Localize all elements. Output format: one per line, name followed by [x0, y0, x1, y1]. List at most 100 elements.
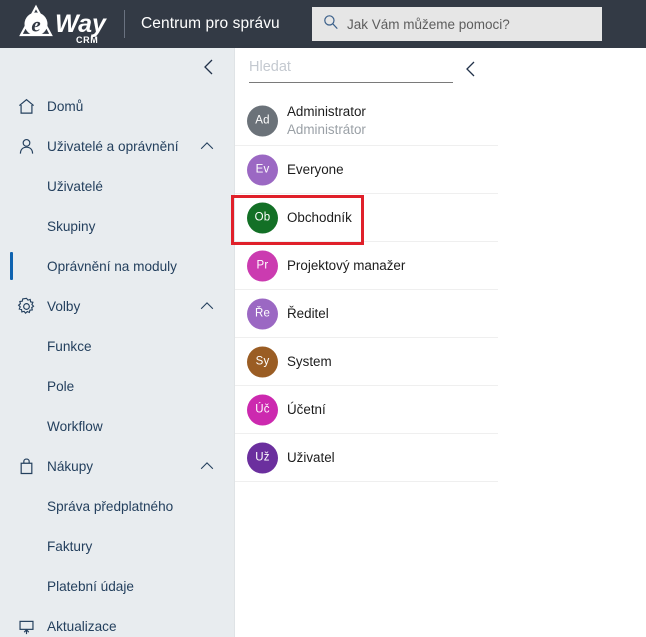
sidebar-item-správa-předplatného[interactable]: Správa předplatného — [0, 486, 234, 526]
list-item[interactable]: Úč Účetní — [235, 386, 498, 434]
shopping-bag-icon — [20, 457, 32, 474]
list-search-placeholder: Hledat — [249, 59, 291, 75]
list-item-primary-label: System — [287, 353, 332, 369]
list-item-text: System — [287, 353, 332, 370]
groups-list: Ad Administrator Administrátor Ev Everyone Ob… — [235, 96, 498, 482]
list-panel-collapse-button[interactable] — [460, 58, 482, 80]
list-item[interactable]: Sy System — [235, 338, 498, 386]
list-item-text: Uživatel — [287, 449, 335, 466]
chevron-up-icon[interactable] — [198, 297, 216, 315]
sidebar-item-label: Správa předplatného — [47, 498, 174, 514]
topbar-divider — [124, 10, 125, 38]
person-icon — [19, 138, 33, 154]
sidebar-item-funkce[interactable]: Funkce — [0, 326, 234, 366]
sidebar-item-nákupy[interactable]: Nákupy — [0, 446, 234, 486]
sidebar-item-label: Oprávnění na moduly — [47, 258, 177, 274]
sidebar-item-label: Faktury — [47, 538, 93, 554]
chevron-left-icon — [204, 59, 213, 75]
sidebar-header — [0, 48, 234, 86]
sidebar-item-aktualizace[interactable]: Aktualizace — [0, 606, 234, 637]
list-item-primary-label: Obchodník — [287, 209, 352, 225]
chevron-left-icon — [466, 61, 475, 77]
person-icon — [16, 136, 36, 156]
list-item[interactable]: Už Uživatel — [235, 434, 498, 482]
svg-text:e: e — [31, 13, 40, 37]
svg-text:CRM: CRM — [76, 35, 98, 45]
avatar: Úč — [247, 394, 278, 425]
chevron-up-icon — [200, 301, 214, 309]
sidebar-item-oprávnění-na-moduly[interactable]: Oprávnění na moduly — [0, 246, 234, 286]
avatar: Pr — [247, 250, 278, 281]
home-icon — [16, 96, 36, 116]
avatar: Ob — [247, 202, 278, 233]
avatar: Už — [247, 442, 278, 473]
update-monitor-icon — [16, 616, 36, 636]
avatar: Ře — [247, 298, 278, 329]
list-item[interactable]: Pr Projektový manažer — [235, 242, 498, 290]
list-item-primary-label: Projektový manažer — [287, 257, 406, 273]
groups-list-panel: Hledat Ad Administrator Administrátor Ev Eve… — [234, 48, 498, 637]
sidebar-item-label: Platební údaje — [47, 578, 134, 594]
sidebar-item-label: Funkce — [47, 338, 92, 354]
home-icon — [18, 98, 34, 114]
chevron-up-icon[interactable] — [198, 457, 216, 475]
eway-crm-logo-icon: e Way CRM — [19, 4, 107, 45]
sidebar-item-domů[interactable]: Domů — [0, 86, 234, 126]
sidebar-item-label: Pole — [47, 378, 75, 394]
sidebar-item-faktury[interactable]: Faktury — [0, 526, 234, 566]
sidebar-item-volby[interactable]: Volby — [0, 286, 234, 326]
chevron-up-icon — [200, 461, 214, 469]
sidebar-item-label: Uživatelé — [47, 178, 103, 194]
list-item-text: Projektový manažer — [287, 257, 405, 274]
sidebar-item-uživatelé[interactable]: Uživatelé — [0, 166, 234, 206]
global-search-box[interactable]: Jak Vám můžeme pomoci? — [312, 7, 602, 41]
list-item-text: Účetní — [287, 401, 326, 418]
sidebar-item-pole[interactable]: Pole — [0, 366, 234, 406]
shopping-bag-icon — [16, 456, 36, 476]
list-item[interactable]: Ad Administrator Administrátor — [235, 96, 498, 146]
avatar: Sy — [247, 346, 278, 377]
sidebar-item-workflow[interactable]: Workflow — [0, 406, 234, 446]
list-item-text: Everyone — [287, 161, 344, 178]
selection-indicator — [10, 252, 13, 280]
list-item-text: Obchodník — [287, 209, 352, 226]
search-icon — [323, 14, 339, 35]
list-item[interactable]: Ev Everyone — [235, 146, 498, 194]
list-item-text: Ředitel — [287, 305, 329, 322]
chevron-up-icon[interactable] — [198, 137, 216, 155]
sidebar-item-label: Aktualizace — [47, 618, 117, 634]
sidebar-item-label: Volby — [47, 298, 81, 314]
list-item[interactable]: Ob Obchodník — [235, 194, 498, 242]
content-area — [498, 48, 646, 637]
sidebar: Domů Uživatelé a oprávnění Uživatelé Skupin… — [0, 48, 234, 637]
gear-icon — [17, 297, 34, 314]
list-search-input[interactable]: Hledat — [249, 58, 453, 83]
list-item-text: Administrator Administrátor — [287, 103, 366, 137]
top-bar: e Way CRM Centrum pro správu Jak Vám můž… — [0, 0, 646, 48]
sidebar-item-platební-údaje[interactable]: Platební údaje — [0, 566, 234, 606]
chevron-up-icon — [200, 141, 214, 149]
list-item[interactable]: Ře Ředitel — [235, 290, 498, 338]
svg-text:Way: Way — [55, 10, 107, 38]
sidebar-item-label: Skupiny — [47, 218, 96, 234]
update-monitor-icon — [18, 620, 34, 634]
eway-crm-logo[interactable]: e Way CRM — [14, 2, 118, 46]
sidebar-item-skupiny[interactable]: Skupiny — [0, 206, 234, 246]
avatar: Ad — [247, 105, 278, 136]
avatar: Ev — [247, 154, 278, 185]
app-root: e Way CRM Centrum pro správu Jak Vám můž… — [0, 0, 646, 637]
list-item-primary-label: Ředitel — [287, 305, 329, 321]
list-item-primary-label: Administrator — [287, 104, 366, 120]
sidebar-item-uživatelé-a-oprávnění[interactable]: Uživatelé a oprávnění — [0, 126, 234, 166]
sidebar-item-label: Workflow — [47, 418, 103, 434]
page-title: Centrum pro správu — [141, 15, 280, 32]
list-item-secondary-label: Administrátor — [287, 121, 366, 137]
sidebar-collapse-button[interactable] — [198, 56, 220, 78]
list-item-primary-label: Účetní — [287, 401, 326, 417]
sidebar-item-label: Nákupy — [47, 458, 94, 474]
list-search-row: Hledat — [235, 48, 498, 96]
sidebar-item-label: Uživatelé a oprávnění — [47, 138, 179, 154]
sidebar-nav: Domů Uživatelé a oprávnění Uživatelé Skupin… — [0, 86, 234, 637]
global-search-placeholder: Jak Vám můžeme pomoci? — [347, 16, 510, 32]
list-item-primary-label: Uživatel — [287, 449, 335, 465]
